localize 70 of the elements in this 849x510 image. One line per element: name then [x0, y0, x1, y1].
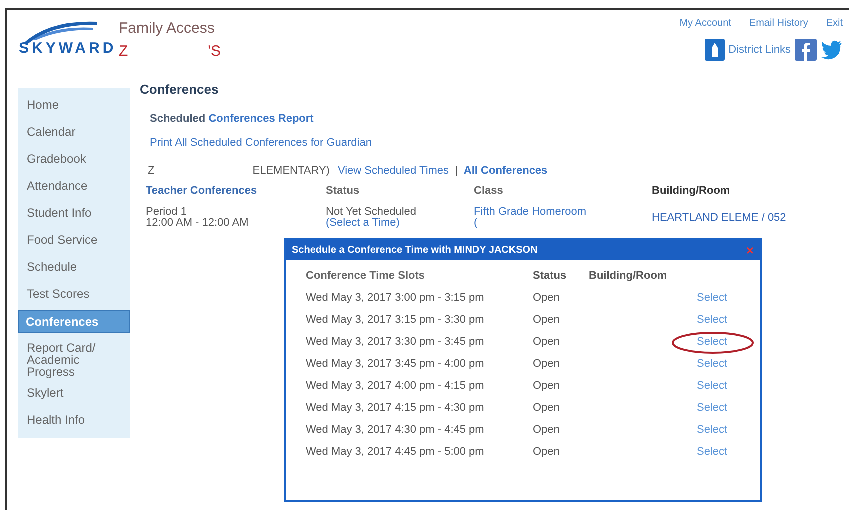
facebook-icon[interactable]: [795, 39, 817, 61]
select-link[interactable]: Select: [697, 380, 728, 392]
sidebar-item[interactable]: Skylert: [19, 382, 129, 405]
select-time-link[interactable]: (Select a Time): [326, 218, 474, 229]
sidebar-item[interactable]: Schedule: [19, 256, 129, 279]
select-link[interactable]: Select: [697, 358, 728, 370]
time-slot: Wed May 3, 2017 4:30 pm - 4:45 pm: [306, 424, 533, 436]
separator: |: [455, 165, 458, 177]
period-text: Period 1: [146, 207, 188, 218]
slot-status: Open: [533, 446, 561, 458]
select-link[interactable]: Select: [697, 446, 728, 458]
app-title: Family Access: [119, 20, 216, 37]
sidebar-item[interactable]: Gradebook: [19, 148, 129, 171]
sidebar-item[interactable]: Health Info: [19, 409, 129, 432]
time-slot: Wed May 3, 2017 3:45 pm - 4:00 pm: [306, 358, 533, 370]
building-icon[interactable]: [704, 39, 725, 61]
sidebar-item[interactable]: Conferences: [18, 310, 130, 333]
view-times-link[interactable]: View Scheduled Times: [338, 165, 450, 177]
report-link[interactable]: Conferences Report: [208, 113, 314, 125]
select-link[interactable]: Select: [697, 292, 728, 304]
slot-status: Open: [533, 292, 561, 304]
status-text: Not Yet Scheduled: [326, 207, 418, 218]
header-link[interactable]: Email History: [749, 18, 808, 29]
select-link[interactable]: Select: [697, 424, 728, 436]
header-link[interactable]: My Account: [680, 18, 732, 29]
sidebar-item[interactable]: Attendance: [19, 175, 129, 198]
column-header: Status: [326, 185, 361, 197]
district-links-link[interactable]: District Links: [728, 44, 791, 56]
column-header: Building/Room: [589, 270, 668, 282]
column-header: Class: [474, 185, 504, 197]
skyward-logo: SKYWARD: [19, 40, 117, 57]
dialog-title: Schedule a Conference Time with MINDY JACKSON: [292, 244, 538, 256]
slot-status: Open: [533, 358, 561, 370]
sidebar-item[interactable]: Calendar: [19, 121, 129, 144]
sidebar-item[interactable]: Food Service: [19, 229, 129, 252]
school-name: ELEMENTARY): [252, 165, 330, 177]
time-slot: Wed May 3, 2017 4:00 pm - 4:15 pm: [306, 380, 533, 392]
student-name: Z: [119, 43, 128, 60]
sidebar-item[interactable]: Student Info: [19, 202, 129, 225]
time-slot: Wed May 3, 2017 3:30 pm - 3:45 pm: [306, 336, 533, 348]
column-header: Teacher Conferences: [146, 185, 258, 197]
all-conferences-link[interactable]: All Conferences: [464, 165, 548, 177]
column-header: Status: [533, 270, 568, 282]
slot-status: Open: [533, 314, 561, 326]
report-label: Scheduled: [150, 113, 206, 125]
sidebar-item[interactable]: Test Scores: [19, 283, 129, 306]
student-name: 'S: [208, 43, 222, 60]
select-link[interactable]: Select: [697, 314, 728, 326]
time-slot: Wed May 3, 2017 4:15 pm - 4:30 pm: [306, 402, 533, 414]
room-text: HEARTLAND ELEME / 052: [652, 212, 788, 224]
slot-status: Open: [533, 402, 561, 414]
slot-status: Open: [533, 424, 561, 436]
select-link[interactable]: Select: [697, 402, 728, 414]
time-slot: Wed May 3, 2017 4:45 pm - 5:00 pm: [306, 446, 533, 458]
time-slot: Wed May 3, 2017 3:00 pm - 3:15 pm: [306, 292, 533, 304]
column-header: Building/Room: [652, 185, 732, 197]
class-link[interactable]: (: [474, 218, 652, 229]
page-title: Conferences: [140, 82, 220, 97]
sidebar-item[interactable]: Home: [19, 94, 129, 117]
sidebar-item[interactable]: Report Card/ Academic Progress: [19, 337, 129, 378]
slot-status: Open: [533, 336, 561, 348]
time-text: 12:00 AM - 12:00 AM: [146, 218, 250, 229]
column-header: Conference Time Slots: [306, 270, 426, 282]
time-slot: Wed May 3, 2017 3:15 pm - 3:30 pm: [306, 314, 533, 326]
print-link[interactable]: Print All Scheduled Conferences for Guardian: [150, 137, 372, 149]
header-link[interactable]: Exit: [826, 18, 843, 29]
class-link[interactable]: Fifth Grade Homeroom: [474, 207, 652, 218]
bird-icon[interactable]: [821, 40, 843, 60]
slot-status: Open: [533, 380, 561, 392]
student-name: Z: [148, 165, 155, 177]
